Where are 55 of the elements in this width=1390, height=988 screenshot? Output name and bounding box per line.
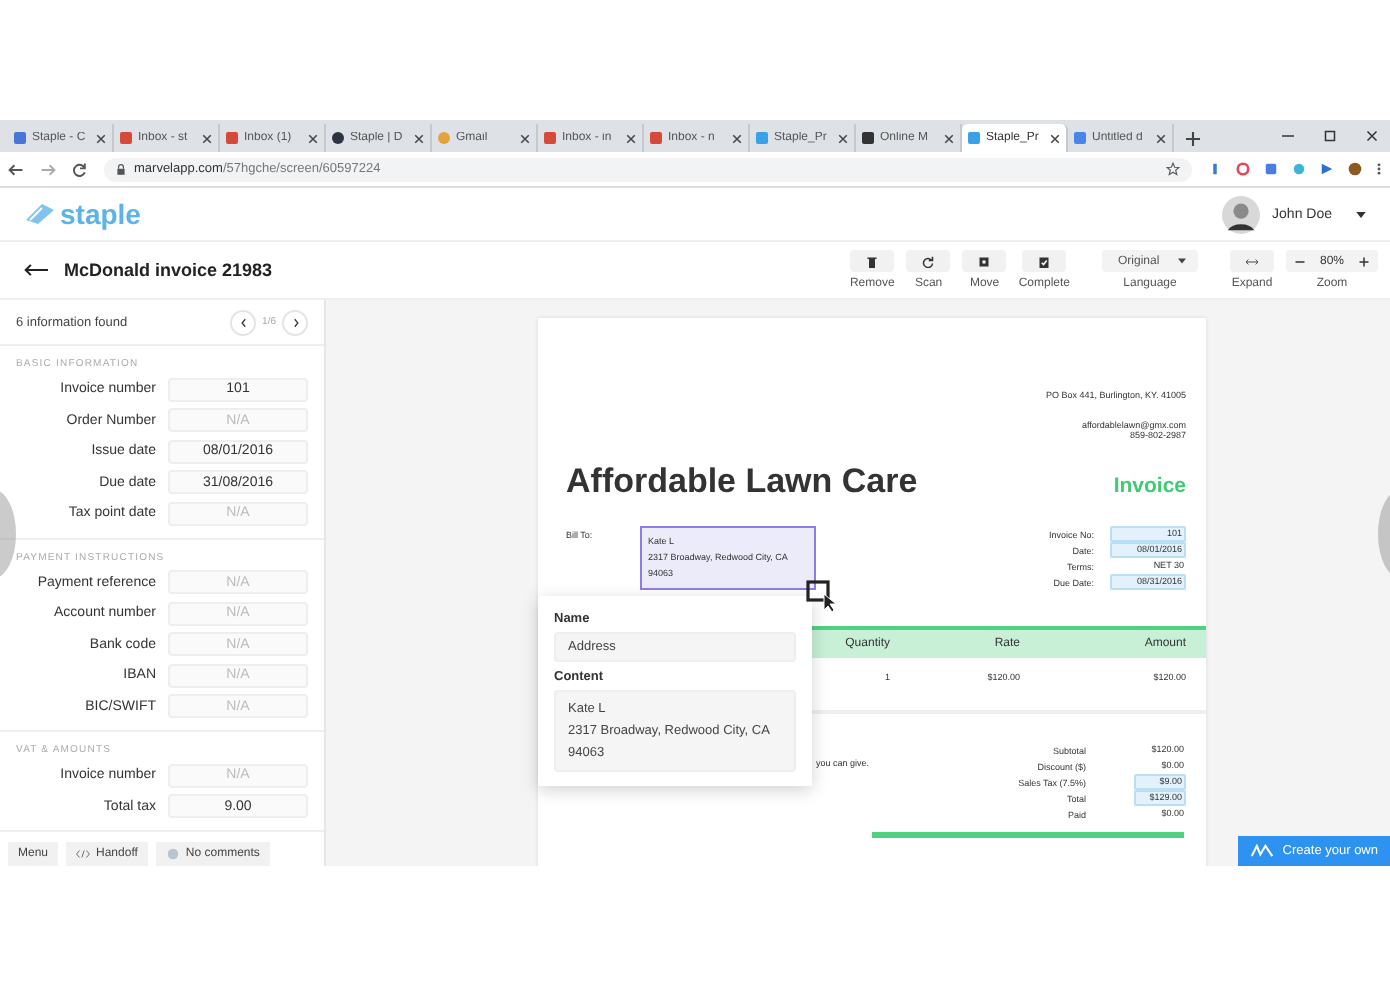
tab-favicon-icon bbox=[862, 132, 874, 144]
avatar-icon[interactable] bbox=[1222, 195, 1261, 233]
code-icon bbox=[76, 848, 91, 860]
move-icon bbox=[978, 255, 991, 267]
refresh-icon bbox=[922, 255, 935, 267]
document-title: McDonald invoice 21983 bbox=[64, 260, 273, 280]
tab-favicon-icon bbox=[544, 132, 556, 144]
comment-icon bbox=[165, 848, 180, 860]
tab-favicon-icon bbox=[1074, 132, 1086, 144]
zoom-out-icon[interactable] bbox=[1294, 255, 1306, 267]
lock-icon bbox=[116, 163, 126, 175]
caret-icon[interactable] bbox=[1356, 211, 1366, 217]
caret-icon bbox=[1178, 258, 1186, 264]
toolbar-button[interactable] bbox=[962, 250, 1007, 272]
star-icon[interactable] bbox=[1166, 162, 1180, 176]
close-icon[interactable] bbox=[732, 133, 742, 143]
close-icon[interactable] bbox=[202, 133, 212, 143]
tab-favicon-icon bbox=[226, 132, 238, 144]
toolbar-button[interactable] bbox=[850, 250, 895, 272]
back-arrow-icon[interactable] bbox=[24, 262, 48, 278]
back-icon[interactable] bbox=[8, 161, 24, 177]
tab-favicon-icon bbox=[968, 132, 980, 144]
tab-favicon-icon bbox=[14, 132, 26, 144]
close-icon[interactable] bbox=[520, 133, 530, 143]
check-icon bbox=[1038, 255, 1051, 267]
zoom-in-icon[interactable] bbox=[1357, 255, 1370, 267]
invoice-heading: Invoice bbox=[1113, 474, 1186, 498]
close-icon[interactable] bbox=[414, 133, 424, 143]
logo-icon bbox=[24, 202, 56, 226]
close-icon[interactable] bbox=[308, 133, 318, 143]
close-icon[interactable] bbox=[838, 133, 848, 143]
trash-icon bbox=[866, 255, 879, 267]
profile-avatar-icon[interactable] bbox=[1348, 162, 1362, 176]
close-icon[interactable] bbox=[626, 133, 636, 143]
tab-favicon-icon bbox=[120, 132, 132, 144]
chevron-left-icon bbox=[239, 317, 248, 327]
tab-favicon-icon bbox=[650, 132, 662, 144]
reload-icon[interactable] bbox=[72, 161, 88, 177]
close-icon[interactable] bbox=[944, 133, 954, 143]
minimize-icon[interactable] bbox=[1282, 130, 1294, 142]
toolbar-button[interactable] bbox=[1022, 250, 1067, 272]
new-tab-icon[interactable] bbox=[1186, 132, 1200, 146]
close-icon[interactable] bbox=[1366, 130, 1378, 142]
tab-favicon-icon bbox=[756, 132, 768, 144]
tab-favicon-icon bbox=[438, 132, 450, 144]
maximize-icon[interactable] bbox=[1324, 130, 1336, 142]
close-icon[interactable] bbox=[96, 133, 106, 143]
tab-favicon-icon bbox=[332, 132, 344, 144]
close-icon[interactable] bbox=[1050, 133, 1060, 143]
chevron-right-icon bbox=[291, 317, 299, 327]
company-name: Affordable Lawn Care bbox=[566, 462, 918, 502]
more-icon[interactable] bbox=[1376, 162, 1382, 176]
toolbar-button[interactable] bbox=[906, 250, 951, 272]
close-icon[interactable] bbox=[1156, 133, 1166, 143]
expand-icon bbox=[1246, 255, 1258, 267]
